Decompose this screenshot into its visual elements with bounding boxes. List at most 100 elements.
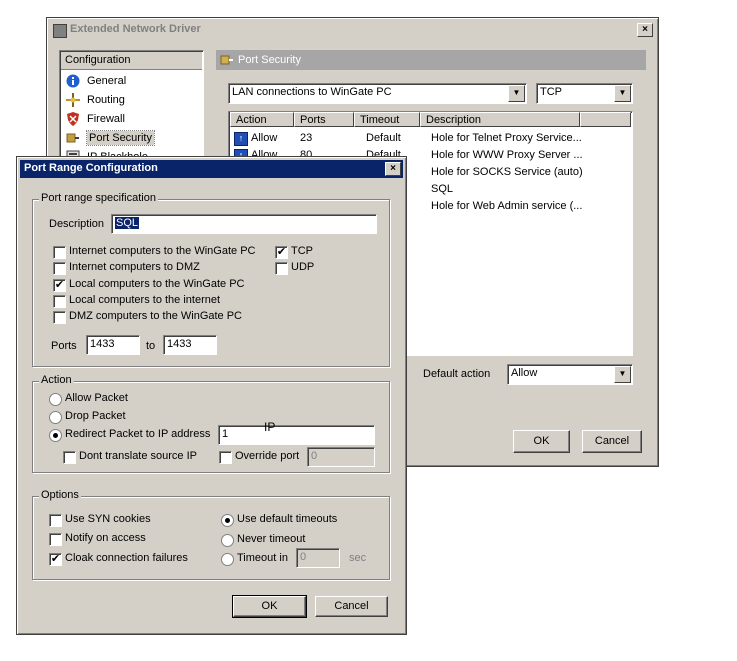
row-description: Hole for SOCKS Service (auto) — [431, 166, 583, 178]
radio-redirect-packet[interactable]: Redirect Packet to IP address — [49, 428, 229, 442]
checkbox-box[interactable] — [219, 451, 232, 464]
tree-item-label: Firewall — [87, 113, 125, 125]
checkbox-tcp[interactable]: ✔ TCP — [275, 245, 335, 259]
checkbox-box[interactable] — [53, 311, 66, 324]
radio-timeout-in[interactable]: Timeout in — [221, 552, 301, 566]
main-close-button[interactable]: × — [637, 23, 653, 37]
to-label: to — [146, 340, 156, 352]
description-label: Description — [49, 218, 105, 230]
ports-from-field[interactable]: 1433 — [86, 335, 140, 355]
radio-label: Never timeout — [237, 533, 306, 545]
port-range-configuration-dialog: Port Range Configuration × Port range sp… — [16, 156, 407, 635]
checkbox-label: Internet computers to the WinGate PC — [69, 245, 256, 257]
radio-button[interactable] — [49, 393, 62, 406]
checkbox-box-checked[interactable]: ✔ — [49, 553, 62, 566]
radio-allow-packet[interactable]: Allow Packet — [49, 392, 209, 406]
radio-drop-packet[interactable]: Drop Packet — [49, 410, 209, 424]
radio-label: Drop Packet — [65, 410, 126, 422]
main-ok-button[interactable]: OK — [513, 430, 570, 453]
checkbox-internet-to-dmz[interactable]: Internet computers to DMZ — [53, 261, 273, 275]
tree-header-label: Configuration — [65, 54, 131, 66]
checkbox-dont-translate[interactable]: Dont translate source IP — [63, 450, 213, 464]
row-description: SQL — [431, 183, 454, 195]
checkbox-use-syn-cookies[interactable]: Use SYN cookies — [49, 513, 199, 527]
column-header-description[interactable]: Description — [420, 112, 580, 127]
checkbox-internet-to-wingate[interactable]: Internet computers to the WinGate PC — [53, 245, 273, 259]
checkbox-box[interactable] — [275, 262, 288, 275]
ports-label: Ports — [51, 340, 77, 352]
main-cancel-button[interactable]: Cancel — [582, 430, 642, 453]
radio-button[interactable] — [221, 534, 234, 547]
tree-item-label: Port Security — [86, 130, 155, 146]
radio-button[interactable] — [221, 553, 234, 566]
ip-overlay-label: IP — [264, 420, 276, 434]
checkbox-local-to-wingate[interactable]: ✔ Local computers to the WinGate PC — [53, 278, 273, 292]
radio-never-timeout[interactable]: Never timeout — [221, 533, 361, 547]
column-header-extra — [580, 112, 631, 127]
info-icon — [66, 74, 80, 88]
dialog-titlebar[interactable]: Port Range Configuration × — [20, 160, 403, 178]
shield-icon — [67, 112, 79, 126]
radio-use-default-timeouts[interactable]: Use default timeouts — [221, 513, 361, 527]
radio-button[interactable] — [49, 411, 62, 424]
description-field[interactable]: SQL — [111, 214, 377, 234]
dialog-ok-button[interactable]: OK — [232, 595, 307, 618]
group-label: Port range specification — [39, 192, 158, 204]
row-description: Hole for WWW Proxy Server ... — [431, 149, 583, 161]
radio-label: Allow Packet — [65, 392, 128, 404]
table-row[interactable]: ↑ Allow 23 Default Hole for Telnet Proxy… — [230, 130, 630, 147]
checkbox-label: Use SYN cookies — [65, 513, 151, 525]
checkbox-label: Local computers to the internet — [69, 294, 221, 306]
ports-from-value: 1433 — [90, 338, 115, 350]
main-titlebar[interactable]: Extended Network Driver × — [50, 21, 655, 39]
checkbox-box-checked[interactable]: ✔ — [53, 279, 66, 292]
checkbox-box[interactable] — [49, 514, 62, 527]
column-header-action[interactable]: Action — [230, 112, 294, 127]
checkbox-label: Dont translate source IP — [79, 450, 198, 462]
checkbox-label: Notify on access — [65, 532, 146, 544]
checkbox-box[interactable] — [49, 533, 62, 546]
tree-item-label: Routing — [87, 94, 125, 106]
action-group: Action Allow Packet Drop Packet Redirect… — [32, 374, 390, 473]
radio-label: Timeout in — [237, 552, 288, 564]
chevron-down-icon[interactable]: ▼ — [614, 85, 631, 102]
dialog-cancel-button[interactable]: Cancel — [315, 596, 388, 617]
checkbox-local-to-internet[interactable]: Local computers to the internet — [53, 294, 273, 308]
tree-item-firewall[interactable]: Firewall — [66, 111, 196, 128]
tree-item-routing[interactable]: Routing — [66, 92, 196, 109]
checkbox-box[interactable] — [63, 451, 76, 464]
column-header-timeout[interactable]: Timeout — [354, 112, 420, 127]
checkbox-notify-on-access[interactable]: Notify on access — [49, 532, 199, 546]
checkbox-label: Override port — [235, 450, 300, 462]
port-icon — [66, 133, 79, 143]
checkbox-dmz-to-wingate[interactable]: DMZ computers to the WinGate PC — [53, 310, 273, 324]
radio-button-selected[interactable] — [221, 514, 234, 527]
checkbox-cloak-failures[interactable]: ✔ Cloak connection failures — [49, 552, 209, 566]
default-action-label: Default action — [423, 368, 491, 380]
protocol-select[interactable]: TCP ▼ — [536, 83, 633, 104]
ports-to-field[interactable]: 1433 — [163, 335, 217, 355]
redirect-ip-field[interactable]: 1 IP — [218, 420, 375, 445]
dialog-close-button[interactable]: × — [385, 162, 401, 176]
checkbox-udp[interactable]: UDP — [275, 261, 335, 275]
tree-item-port-security[interactable]: Port Security — [66, 130, 196, 147]
tree-item-label: General — [87, 75, 127, 87]
checkbox-box-checked[interactable]: ✔ — [275, 246, 288, 259]
connection-select[interactable]: LAN connections to WinGate PC ▼ — [228, 83, 527, 104]
timeout-field[interactable]: 0 — [296, 548, 340, 568]
port-icon — [220, 55, 233, 65]
checkbox-label: TCP — [291, 245, 313, 257]
checkbox-box[interactable] — [53, 246, 66, 259]
tree-item-general[interactable]: General — [66, 73, 196, 90]
override-port-field[interactable]: 0 — [307, 447, 375, 467]
group-label: Action — [39, 374, 74, 386]
radio-button-selected[interactable] — [49, 429, 62, 442]
checkbox-box[interactable] — [53, 262, 66, 275]
column-header-ports[interactable]: Ports — [294, 112, 354, 127]
chevron-down-icon[interactable]: ▼ — [614, 366, 631, 383]
checkbox-override-port[interactable]: Override port — [219, 450, 309, 464]
checkbox-box[interactable] — [53, 295, 66, 308]
chevron-down-icon[interactable]: ▼ — [508, 85, 525, 102]
protocol-select-value: TCP — [540, 86, 562, 98]
default-action-select[interactable]: Allow ▼ — [507, 364, 633, 385]
